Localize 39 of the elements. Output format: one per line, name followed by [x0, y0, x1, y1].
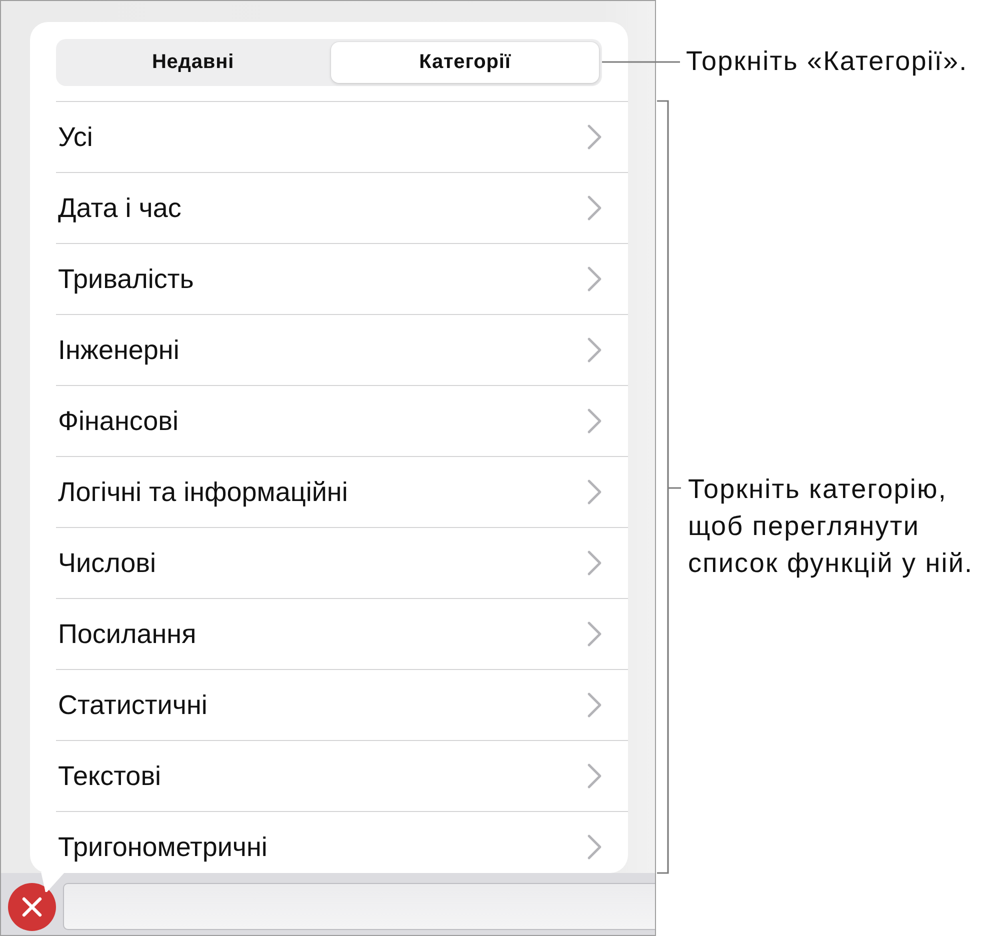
callout-text: Торкніть «Категорії». — [686, 45, 968, 78]
category-row[interactable]: Усі — [56, 102, 628, 173]
chevron-icon — [587, 337, 602, 363]
category-row[interactable]: Текстові — [56, 741, 628, 812]
category-row[interactable]: Посилання — [56, 599, 628, 670]
segment-tab[interactable]: Категорії — [331, 42, 599, 83]
category-label: Усі — [58, 122, 93, 152]
chevron-icon — [587, 550, 602, 576]
category-label: Дата і час — [58, 192, 182, 224]
category-row[interactable]: Тривалість — [56, 244, 628, 315]
chevron-icon — [587, 834, 602, 860]
category-label: Текстові — [58, 760, 162, 792]
category-label: Статистичні — [58, 690, 208, 720]
input-field[interactable] — [63, 883, 655, 930]
chevron-icon — [587, 621, 602, 647]
category-label: Посилання — [58, 618, 196, 650]
chevron-icon — [587, 195, 602, 221]
close-button[interactable] — [8, 883, 56, 931]
callout-text: Торкніть категорію, щоб переглянути список функцій у ній. — [688, 473, 974, 580]
chevron-icon — [587, 692, 602, 718]
category-label: Фінансові — [58, 406, 179, 436]
category-row[interactable]: Статистичні — [56, 670, 628, 741]
category-row[interactable]: Фінансові — [56, 386, 628, 457]
chevron-icon — [587, 408, 602, 434]
chevron-icon — [587, 266, 602, 292]
category-row[interactable]: Дата і час — [56, 173, 628, 244]
category-row[interactable]: Інженерні — [56, 315, 628, 386]
category-label: Логічні та інформаційні — [58, 476, 348, 508]
category-label: Тривалість — [58, 264, 194, 294]
category-row[interactable]: Логічні та інформаційні — [56, 457, 628, 528]
category-label: Тригонометричні — [58, 832, 268, 862]
close-icon — [22, 897, 42, 917]
category-row[interactable]: Числові — [56, 528, 628, 599]
category-label: Інженерні — [58, 334, 180, 366]
chevron-icon — [587, 479, 602, 505]
chevron-icon — [587, 763, 602, 789]
segment-tab[interactable]: Недавні — [59, 42, 327, 83]
chevron-icon — [587, 124, 602, 150]
category-label: Числові — [58, 548, 156, 578]
